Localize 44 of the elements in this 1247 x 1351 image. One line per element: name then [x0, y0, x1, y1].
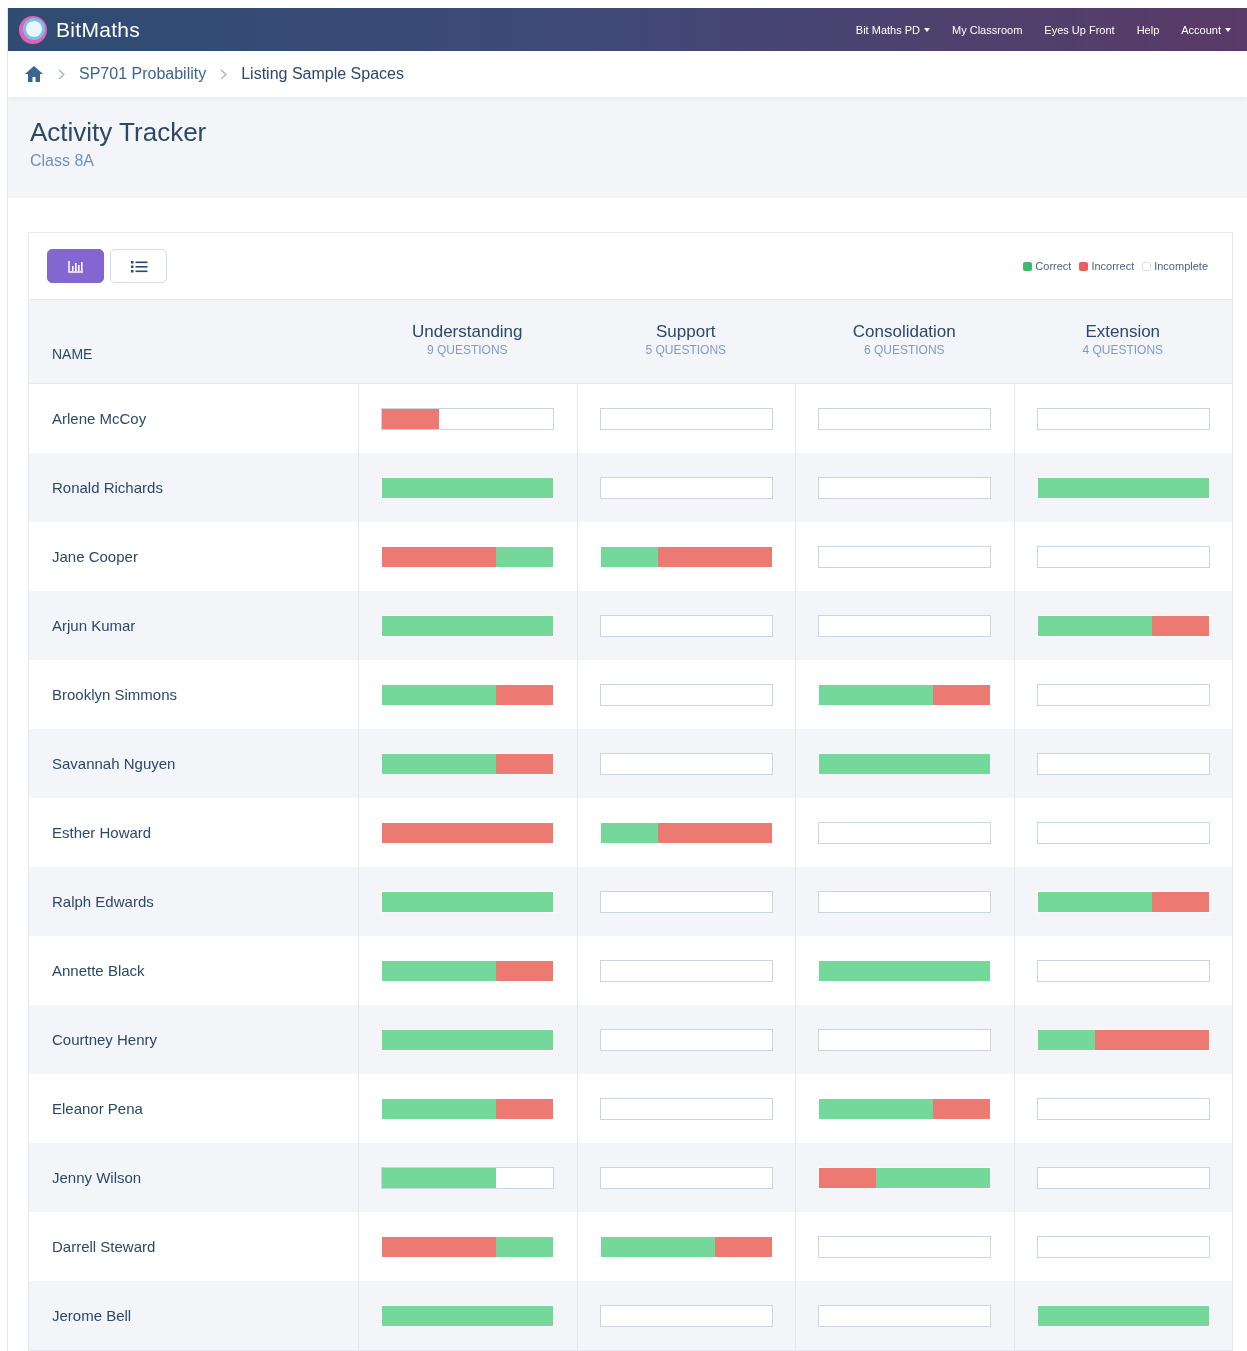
list-icon [129, 258, 148, 274]
legend-label: Incorrect [1091, 260, 1135, 272]
column-header: Extension [1084, 322, 1162, 342]
student-name: Brooklyn Simmons [51, 686, 179, 703]
page-subtitle: Class 8A [30, 152, 96, 170]
student-name: Esther Howard [51, 824, 153, 841]
logo-icon[interactable] [18, 14, 48, 45]
nav-link[interactable]: Bit Maths PD [855, 23, 930, 36]
home-icon[interactable] [24, 65, 44, 83]
legend-label: Correct [1035, 260, 1072, 272]
student-name: Eleanor Pena [51, 1100, 144, 1117]
nav-link[interactable]: Help [1136, 23, 1160, 36]
student-name: Ralph Edwards [51, 893, 155, 910]
chevron-icon [220, 68, 228, 80]
nav-link[interactable]: Account [1181, 23, 1231, 36]
student-name: Jenny Wilson [51, 1169, 143, 1186]
nav-link[interactable]: My Classroom [952, 23, 1023, 36]
bar-chart-icon [66, 258, 85, 274]
student-name: Arlene McCoy [51, 410, 148, 427]
column-header: Consolidation [851, 322, 957, 342]
question-count: 5 QUESTIONS [644, 343, 728, 357]
brand-name[interactable]: BitMaths [56, 17, 141, 42]
column-header: Support [654, 322, 717, 342]
student-name: Arjun Kumar [51, 617, 137, 634]
column-header: NAME [51, 345, 94, 364]
question-count: 9 QUESTIONS [425, 343, 509, 357]
student-name: Annette Black [51, 962, 146, 979]
list-view-button[interactable] [110, 249, 167, 283]
column-header: Understanding [410, 322, 524, 342]
breadcrumb-link[interactable]: SP701 Probability [79, 65, 207, 83]
question-count: 4 QUESTIONS [1081, 343, 1165, 357]
student-name: Jerome Bell [51, 1307, 133, 1324]
breadcrumb-link[interactable]: Listing Sample Spaces [241, 65, 404, 83]
chevron-icon [58, 68, 65, 80]
student-name: Courtney Henry [51, 1031, 159, 1048]
student-name: Savannah Nguyen [51, 755, 177, 772]
nav-link[interactable]: Eyes Up Front [1044, 23, 1115, 36]
chart-view-button[interactable] [47, 249, 104, 283]
student-name: Ronald Richards [51, 479, 164, 496]
legend-label: Incomplete [1154, 260, 1208, 272]
student-name: Jane Cooper [51, 548, 139, 565]
question-count: 6 QUESTIONS [862, 343, 946, 357]
page-title: Activity Tracker [30, 117, 208, 148]
student-name: Darrell Steward [51, 1238, 157, 1255]
